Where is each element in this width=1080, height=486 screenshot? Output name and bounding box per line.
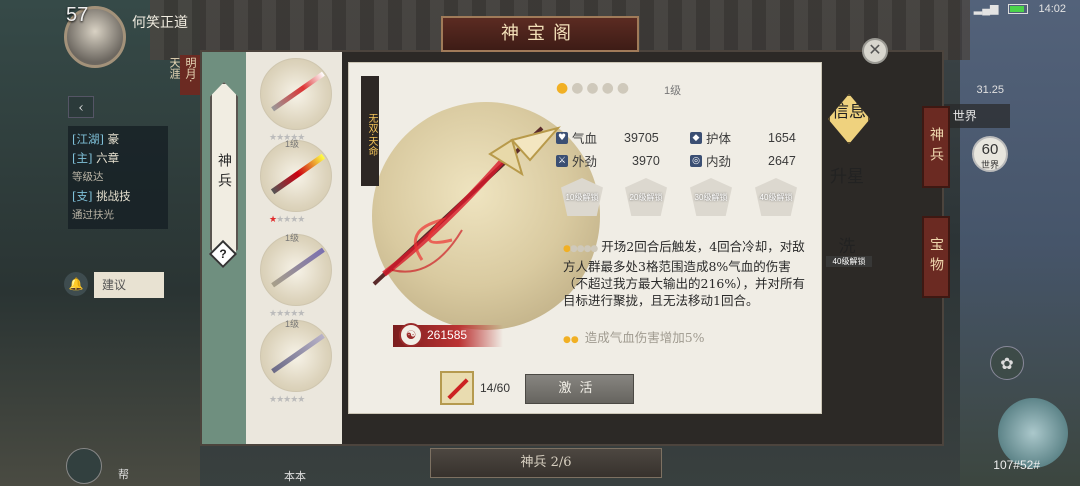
weapon-list-item[interactable]: 1级 ★★★★★ [260, 319, 332, 405]
modal-title: 神宝阁 [441, 16, 639, 52]
weapon-list-item[interactable]: 1级 ★★★★★ [260, 233, 332, 319]
quest-row[interactable]: [江湖] 豪 [72, 130, 164, 149]
close-button[interactable]: ✕ [862, 38, 888, 64]
stat-label: 外劲 [572, 154, 598, 169]
locked-slot[interactable]: 30级解锁 [687, 178, 735, 220]
suggest-button[interactable]: 建议 [94, 272, 164, 298]
stat-inner: ◎ 内劲 2647 [690, 151, 796, 170]
page-indicator: 神兵 2/6 [430, 448, 662, 478]
tab-refine-label: 洗 [838, 237, 856, 257]
claw-icon [271, 247, 325, 288]
world-count: 60 [981, 141, 999, 158]
weapon-list-item[interactable]: ★★★★★ [260, 58, 332, 143]
tab-refine-lock: 40级解锁 [826, 256, 872, 267]
stat-label: 内劲 [706, 154, 732, 169]
weapon-illustration [372, 126, 561, 286]
stat-value: 1654 [768, 130, 796, 145]
fan-icon [271, 333, 325, 374]
spear-icon [270, 153, 326, 195]
tab-divine-weapon[interactable]: 神兵 [210, 82, 238, 264]
item-level: 1级 [285, 139, 300, 149]
shield-icon: ◆ [690, 131, 702, 144]
star-level: 1级 [664, 85, 682, 97]
item-stars: ★★★★★ [269, 395, 305, 405]
swirl-icon: ◎ [690, 154, 702, 167]
combat-power-value: 261585 [427, 328, 468, 342]
locked-slot-label: 30级解锁 [694, 193, 728, 202]
lotus-icon[interactable]: ✿ [990, 346, 1024, 380]
skill-text: 开场2回合后触发，4回合冷却，对敌方人群最多处3格范围造成8%气血的伤害（不超过… [563, 239, 805, 308]
bottom-label-1: 帮 [118, 468, 129, 481]
stat-label: 气血 [572, 131, 598, 146]
item-stars: ★★★★★ [269, 215, 305, 225]
tab-star-up[interactable]: 升星 [830, 168, 864, 212]
quest-row[interactable]: [支] 挑战技 [72, 187, 164, 206]
status-bar: ▂▄▆ 14:02 [973, 2, 1066, 16]
stat-outer: ⚔ 外劲 3970 [556, 151, 660, 170]
skill-bonus-text: 造成气血伤害增加5% [584, 330, 705, 345]
stat-label: 护体 [706, 131, 732, 146]
map-coordinates: 107#52# [993, 458, 1040, 472]
locked-slot-label: 20级解锁 [629, 193, 663, 202]
locked-slot-label: 40级解锁 [759, 193, 793, 202]
player-level: 57 [66, 4, 89, 26]
skill-star-icons: ●●●●● [563, 244, 598, 254]
ping-readout: 31.25 [976, 84, 1004, 96]
locked-slot-label: 10级解锁 [565, 193, 599, 202]
power-icon: ☯ [399, 323, 423, 347]
skill-bonus: ●● 造成气血伤害增加5% [563, 327, 705, 346]
collapse-button[interactable]: ‹ [68, 96, 94, 118]
bottom-label-2: 本本 [284, 470, 306, 483]
bell-icon[interactable]: 🔔 [64, 272, 88, 296]
item-level: 1级 [285, 319, 300, 329]
activate-button[interactable]: 激活 [525, 374, 634, 404]
fragment-icon[interactable] [440, 371, 474, 405]
world-count-label: 世界 [980, 161, 999, 171]
world-chat-label: 世界 [952, 109, 977, 123]
stat-hp: ♥ 气血 39705 [556, 128, 659, 147]
side-event-button[interactable]: 明月·天涯 [168, 55, 200, 95]
world-channel-badge[interactable]: 60 世界 [972, 136, 1008, 172]
quest-row: 通过扶光 [72, 209, 114, 221]
help-icon: ? [219, 247, 227, 261]
locked-slot[interactable]: 20级解锁 [622, 178, 670, 220]
character-button[interactable] [66, 448, 102, 484]
locked-slot[interactable]: 40级解锁 [752, 178, 800, 220]
star-rating: ●●●●● [556, 80, 633, 96]
heart-icon: ♥ [556, 131, 568, 144]
tab-label: 神兵 [216, 153, 232, 193]
battery-icon [1008, 3, 1029, 14]
side-tab-treasure[interactable]: 宝物 [922, 216, 950, 298]
item-level: 1级 [285, 233, 300, 243]
quest-row: 等级达 [72, 171, 104, 183]
locked-slot[interactable]: 10级解锁 [558, 178, 606, 220]
skill-star-icons: ●● [563, 335, 579, 345]
tab-refine[interactable]: 洗 40级解锁 [826, 232, 872, 276]
stat-guard: ◆ 护体 1654 [690, 128, 796, 147]
stat-value: 39705 [624, 130, 659, 145]
quest-tracker[interactable]: [江湖] 豪 [主] 六章 等级达 [支] 挑战技 通过扶光 [68, 126, 168, 229]
clock: 14:02 [1038, 2, 1066, 15]
player-name: 何笑正道 [132, 15, 188, 31]
side-tab-divine-weapon[interactable]: 神兵 [922, 106, 950, 188]
stat-value: 2647 [768, 153, 796, 168]
sword-icon: ⚔ [556, 154, 568, 167]
stat-value: 3970 [632, 153, 660, 168]
weapon-list-item-selected[interactable]: 1级 ★★★★★ [260, 139, 332, 225]
combat-power-badge: ☯ 261585 [393, 323, 503, 347]
fragment-count: 14/60 [480, 381, 511, 395]
signal-icon: ▂▄▆ [973, 3, 999, 15]
weapon-name-tag: 无双·天命 [361, 76, 379, 186]
spear-icon [271, 71, 325, 112]
skill-description: ●●●●● 开场2回合后触发，4回合冷却，对敌方人群最多处3格范围造成8%气血的伤… [563, 238, 813, 309]
quest-row[interactable]: [主] 六章 [72, 149, 164, 168]
